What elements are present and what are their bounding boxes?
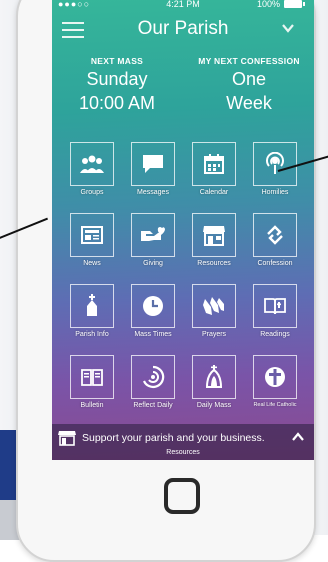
tile-label: Groups xyxy=(80,189,104,196)
store-icon xyxy=(192,213,236,257)
app-screen: ●●●○○ 4:21 PM 100% Our Parish NEXT MASS … xyxy=(52,0,314,460)
tile-label: Messages xyxy=(137,189,169,196)
next-confession-value-1: One xyxy=(231,69,267,89)
promo-sub-label: Resources xyxy=(166,449,200,456)
tile-readings[interactable]: Readings xyxy=(245,284,305,348)
newspaper-icon xyxy=(70,213,114,257)
tile-confession[interactable]: Confession xyxy=(245,213,305,277)
next-confession-panel[interactable]: MY NEXT CONFESSION One Week xyxy=(184,56,314,114)
tile-label: Calendar xyxy=(199,189,229,196)
tile-label: Mass Times xyxy=(134,331,172,338)
battery-percent: 100% xyxy=(256,0,280,9)
promo-bar[interactable]: Support your parish and your business. R… xyxy=(52,424,314,460)
status-bar: ●●●○○ 4:21 PM 100% xyxy=(52,0,314,14)
tile-label: Confession xyxy=(257,260,293,267)
confession-icon xyxy=(253,213,297,257)
chevron-down-icon[interactable] xyxy=(282,22,294,34)
tile-calendar[interactable]: Calendar xyxy=(184,142,244,206)
tile-mass-times[interactable]: Mass Times xyxy=(123,284,183,348)
tile-prayers[interactable]: Prayers xyxy=(184,284,244,348)
message-icon xyxy=(131,142,175,186)
battery-icon xyxy=(284,0,305,8)
tile-label: Parish Info xyxy=(75,331,109,338)
tile-daily-mass[interactable]: Daily Mass xyxy=(184,355,244,419)
tile-messages[interactable]: Messages xyxy=(123,142,183,206)
tile-label: Daily Mass xyxy=(196,402,232,409)
page-title: Our Parish xyxy=(137,18,229,39)
tile-news[interactable]: News xyxy=(62,213,122,277)
next-mass-label: NEXT MASS xyxy=(90,56,144,66)
phone-frame: ●●●○○ 4:21 PM 100% Our Parish NEXT MASS … xyxy=(16,0,316,562)
chevron-up-icon[interactable] xyxy=(292,432,304,442)
bulletin-icon xyxy=(70,355,114,399)
tile-label: Prayers xyxy=(201,331,227,338)
podcast-icon xyxy=(253,142,297,186)
clock-icon xyxy=(131,284,175,328)
book-icon xyxy=(253,284,297,328)
tile-homilies[interactable]: Homilies xyxy=(245,142,305,206)
tile-groups[interactable]: Groups xyxy=(62,142,122,206)
calendar-icon xyxy=(192,142,236,186)
tile-label: Readings xyxy=(260,331,290,338)
tile-label: Bulletin xyxy=(80,402,104,409)
tile-giving[interactable]: Giving xyxy=(123,213,183,277)
next-mass-day: Sunday xyxy=(86,69,148,89)
next-confession-value-2: Week xyxy=(226,93,272,113)
store-icon xyxy=(58,431,76,446)
next-mass-panel[interactable]: NEXT MASS Sunday 10:00 AM xyxy=(52,56,182,114)
next-mass-time: 10:00 AM xyxy=(78,93,156,113)
tile-label: Reflect Daily xyxy=(133,402,173,409)
tile-label: Resources xyxy=(197,260,231,267)
groups-icon xyxy=(70,142,114,186)
praying-hands-icon xyxy=(192,284,236,328)
tile-bulletin[interactable]: Bulletin xyxy=(62,355,122,419)
church-icon xyxy=(70,284,114,328)
real-life-catholic-icon xyxy=(253,355,297,399)
tile-label: News xyxy=(83,260,101,267)
tile-label: Real Life Catholic xyxy=(253,402,297,408)
home-button[interactable] xyxy=(164,478,200,514)
tile-reflect-daily[interactable]: Reflect Daily xyxy=(123,355,183,419)
app-header: Our Parish xyxy=(52,14,314,54)
giving-icon xyxy=(131,213,175,257)
tile-real-life-catholic[interactable]: Real Life Catholic xyxy=(245,355,305,419)
reflect-icon xyxy=(131,355,175,399)
daily-mass-icon xyxy=(192,355,236,399)
tile-resources[interactable]: Resources xyxy=(184,213,244,277)
tile-label: Homilies xyxy=(261,189,289,196)
tile-parish-info[interactable]: Parish Info xyxy=(62,284,122,348)
tile-label: Giving xyxy=(143,260,163,267)
promo-message: Support your parish and your business. xyxy=(82,432,265,444)
next-confession-label: MY NEXT CONFESSION xyxy=(198,56,300,66)
